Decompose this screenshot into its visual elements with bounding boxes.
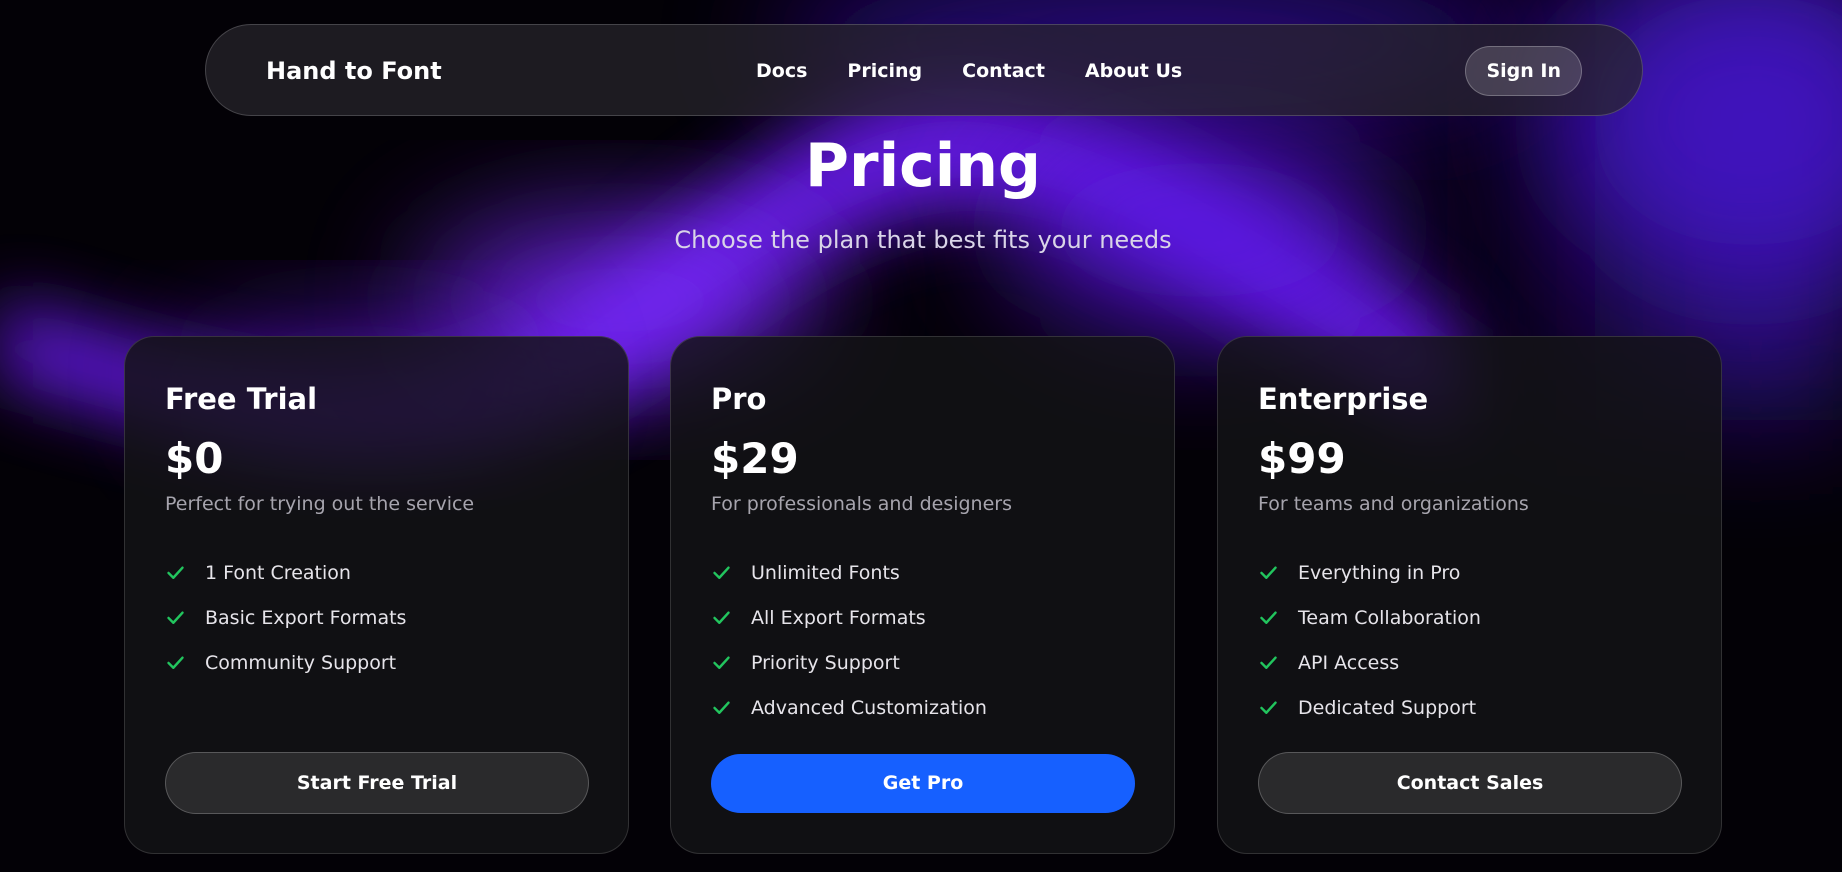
feature-item: Team Collaboration: [1258, 595, 1481, 640]
start-free-trial-button[interactable]: Start Free Trial: [165, 752, 589, 814]
check-icon: [1260, 566, 1277, 579]
feature-label: Basic Export Formats: [205, 606, 407, 629]
feature-item: API Access: [1258, 640, 1481, 685]
check-icon: [713, 701, 730, 714]
nav-link-docs[interactable]: Docs: [756, 60, 807, 82]
feature-item: All Export Formats: [711, 595, 987, 640]
plan-price: $0: [165, 434, 224, 483]
feature-label: Community Support: [205, 651, 397, 674]
feature-label: API Access: [1298, 651, 1400, 674]
check-icon: [167, 566, 184, 579]
plan-card-enterprise: Enterprise $99 For teams and organizatio…: [1217, 336, 1722, 854]
feature-item: Community Support: [165, 640, 406, 685]
page-title: Pricing: [805, 131, 1041, 201]
contact-sales-button[interactable]: Contact Sales: [1258, 752, 1682, 814]
feature-list: Unlimited Fonts All Export Formats Prior…: [711, 550, 987, 730]
nav-link-pricing[interactable]: Pricing: [847, 60, 922, 82]
check-icon: [1260, 701, 1277, 714]
feature-label: Dedicated Support: [1298, 696, 1477, 719]
feature-label: All Export Formats: [751, 606, 926, 629]
feature-item: Unlimited Fonts: [711, 550, 987, 595]
feature-label: Priority Support: [751, 651, 900, 674]
feature-label: Everything in Pro: [1298, 561, 1461, 584]
check-icon: [1260, 656, 1277, 669]
plan-title: Pro: [711, 382, 767, 416]
plan-description: For teams and organizations: [1258, 493, 1529, 515]
nav-link-contact[interactable]: Contact: [962, 60, 1045, 82]
page: Hand to Font Docs Pricing Contact About …: [0, 0, 1842, 872]
check-icon: [713, 611, 730, 624]
feature-item: Basic Export Formats: [165, 595, 406, 640]
feature-label: Team Collaboration: [1298, 606, 1481, 629]
feature-item: Everything in Pro: [1258, 550, 1481, 595]
feature-label: Unlimited Fonts: [751, 561, 900, 584]
page-subtitle: Choose the plan that best fits your need…: [674, 226, 1172, 254]
nav-links: Docs Pricing Contact About Us: [756, 25, 1182, 117]
feature-list: Everything in Pro Team Collaboration API…: [1258, 550, 1481, 730]
check-icon: [713, 656, 730, 669]
plan-description: Perfect for trying out the service: [165, 493, 475, 515]
feature-list: 1 Font Creation Basic Export Formats Com…: [165, 550, 406, 685]
check-icon: [1260, 611, 1277, 624]
feature-item: Priority Support: [711, 640, 987, 685]
check-icon: [167, 611, 184, 624]
sign-in-button[interactable]: Sign In: [1465, 46, 1582, 96]
feature-item: Advanced Customization: [711, 685, 987, 730]
plan-title: Free Trial: [165, 382, 318, 416]
check-icon: [713, 566, 730, 579]
check-icon: [167, 656, 184, 669]
plan-card-free-trial: Free Trial $0 Perfect for trying out the…: [124, 336, 629, 854]
feature-item: Dedicated Support: [1258, 685, 1481, 730]
feature-label: 1 Font Creation: [205, 561, 351, 584]
plan-price: $29: [711, 434, 799, 483]
feature-label: Advanced Customization: [751, 696, 987, 719]
brand-logo[interactable]: Hand to Font: [266, 25, 442, 117]
feature-item: 1 Font Creation: [165, 550, 406, 595]
nav-link-about-us[interactable]: About Us: [1085, 60, 1182, 82]
plan-price: $99: [1258, 434, 1346, 483]
plan-card-pro: Pro $29 For professionals and designers …: [670, 336, 1175, 854]
plan-description: For professionals and designers: [711, 493, 1013, 515]
get-pro-button[interactable]: Get Pro: [711, 754, 1135, 813]
navbar: Hand to Font Docs Pricing Contact About …: [205, 24, 1643, 116]
plan-title: Enterprise: [1258, 382, 1429, 416]
